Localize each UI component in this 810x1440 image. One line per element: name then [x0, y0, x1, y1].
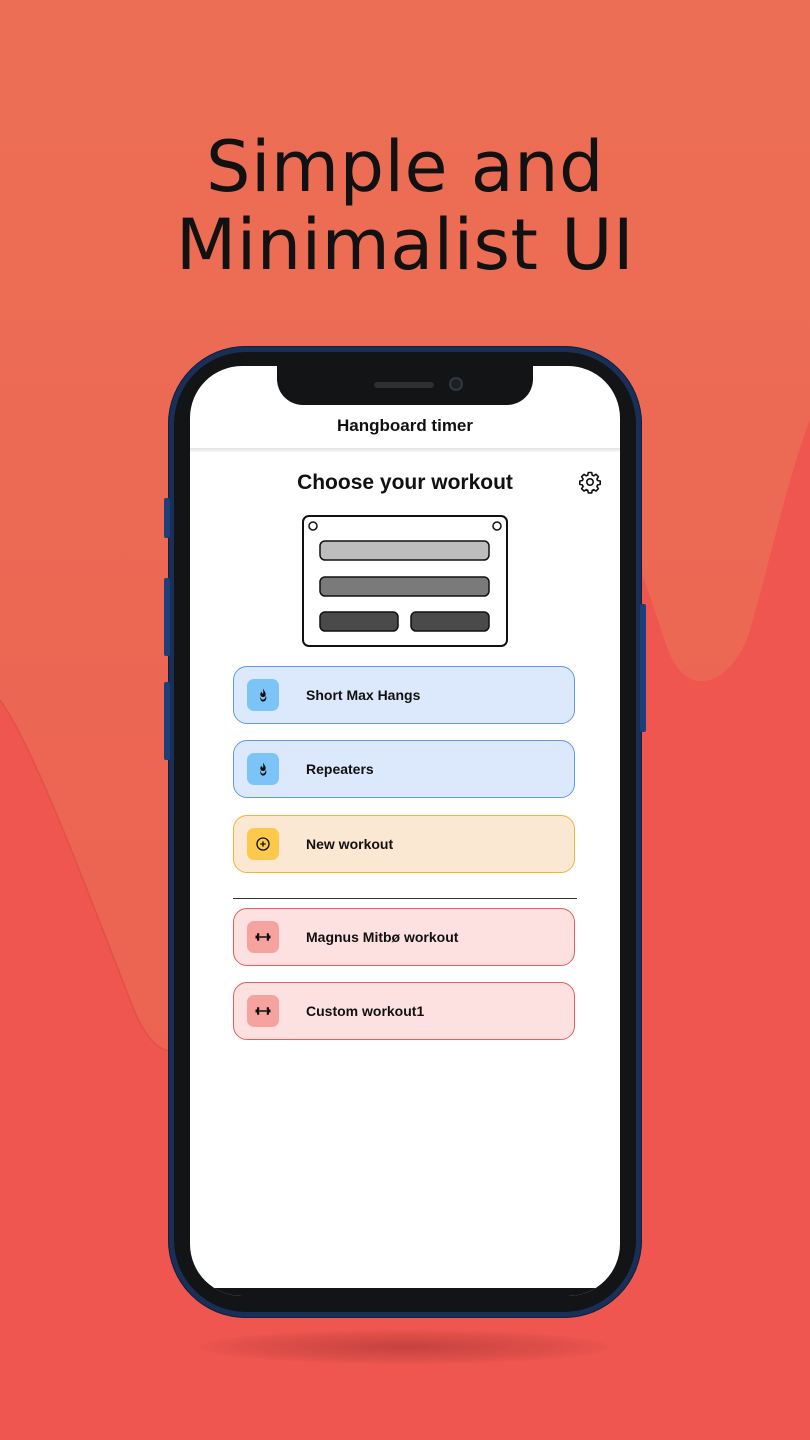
flame-icon [259, 688, 267, 702]
workout-card-short-max-hangs[interactable]: Short Max Hangs [233, 666, 575, 724]
settings-button[interactable] [576, 468, 604, 496]
workout-label: Short Max Hangs [306, 687, 421, 703]
workout-icon-box [247, 995, 279, 1027]
screen-bottom-edge [190, 1288, 620, 1296]
hangboard-icon [302, 515, 508, 647]
workout-card-magnus-mitbo[interactable]: Magnus Mitbø workout [233, 908, 575, 966]
workout-card-repeaters[interactable]: Repeaters [233, 740, 575, 798]
power-button [640, 604, 646, 732]
plus-circle-icon [256, 837, 270, 851]
workout-card-new-workout[interactable]: New workout [233, 815, 575, 873]
phone-shadow [200, 1330, 610, 1364]
workout-label: Custom workout1 [306, 1003, 425, 1019]
headline-line-1: Simple and [206, 126, 604, 208]
flame-icon [259, 762, 267, 776]
workout-label: New workout [306, 836, 394, 852]
dumbbell-icon [255, 1007, 271, 1015]
workout-icon-box [247, 921, 279, 953]
appbar-title: Hangboard timer [336, 416, 474, 435]
workout-icon-box [247, 679, 279, 711]
earpiece-speaker [374, 382, 434, 388]
front-camera [449, 377, 463, 391]
workout-label: Repeaters [306, 761, 374, 777]
volume-up-button [164, 578, 170, 656]
list-divider [233, 898, 577, 899]
appbar-divider [190, 448, 620, 452]
headline-line-2: Minimalist UI [175, 204, 635, 286]
gear-icon [579, 471, 601, 494]
workout-icon-box [247, 753, 279, 785]
silent-switch [164, 498, 170, 538]
workout-card-custom-workout1[interactable]: Custom workout1 [233, 982, 575, 1040]
volume-down-button [164, 682, 170, 760]
workout-label: Magnus Mitbø workout [306, 929, 459, 945]
app-screen: Hangboard timer Choose your workout Shor… [190, 366, 620, 1296]
headline: Simple and Minimalist UI [0, 128, 810, 284]
workout-icon-box [247, 828, 279, 860]
page-title: Choose your workout [297, 471, 513, 494]
dumbbell-icon [255, 933, 271, 941]
